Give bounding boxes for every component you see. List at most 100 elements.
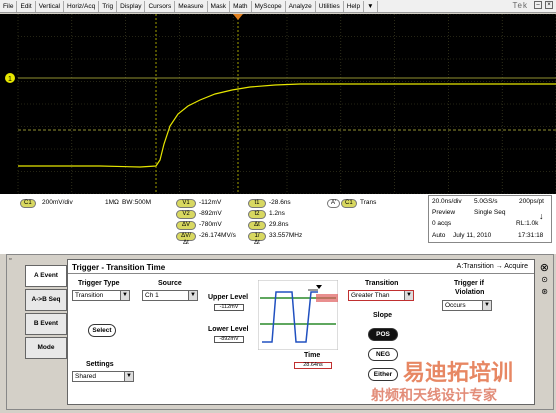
menu-utilities[interactable]: Utilities — [316, 0, 344, 12]
slope-neg-button[interactable]: NEG — [368, 348, 398, 361]
menu-myscope[interactable]: MyScope — [252, 0, 286, 12]
cursor-dvdt-badge: ΔV/Δt — [176, 232, 196, 246]
tab-a-b-seq[interactable]: A->B Seq — [25, 289, 67, 311]
trigger-type-label: Trigger Type — [78, 280, 120, 287]
violation-label-1: Trigger if — [454, 280, 484, 287]
trigger-tabs: A Event A->B Seq B Event Mode — [25, 265, 67, 361]
menu-edit[interactable]: Edit — [17, 0, 36, 12]
acq-seq: Single Seq — [474, 209, 506, 216]
trigger-type-readout: Trans — [360, 199, 377, 206]
acq-count: 0 acqs — [432, 220, 452, 227]
watermark-title: 易迪拓培训 — [403, 361, 514, 386]
source-select[interactable]: Ch 1 ▼ — [142, 290, 198, 301]
trigger-mode: Auto — [432, 232, 446, 239]
close-window-icon[interactable]: × — [545, 1, 553, 9]
settings-select[interactable]: Shared ▼ — [72, 371, 134, 382]
menu-help[interactable]: Help — [344, 0, 365, 12]
menu-analyze[interactable]: Analyze — [286, 0, 316, 12]
cursor-t1-value: -28.6ns — [269, 199, 291, 206]
violation-label-2: Violation — [455, 289, 485, 296]
slope-pos-button[interactable]: POS — [368, 328, 398, 341]
menu-math[interactable]: Math — [230, 0, 252, 12]
acq-mode: Preview — [432, 209, 456, 216]
select-button[interactable]: Select — [88, 324, 116, 337]
upper-level-value[interactable]: -112mV — [214, 304, 244, 311]
transition-value: Greater Than — [351, 292, 390, 299]
help-icon[interactable]: ⊛ — [541, 287, 548, 296]
cursor-t1-badge: t1 — [248, 199, 266, 208]
cursor-v1-value: -112mV — [199, 199, 222, 206]
divider — [0, 246, 556, 254]
record-length: RL:1.0k — [516, 220, 539, 227]
menu-horiz-acq[interactable]: Horiz/Acq — [64, 0, 100, 12]
chevron-down-icon: ▼ — [120, 291, 129, 300]
clock-time: 17:31:18 — [518, 232, 544, 239]
help-dropdown-icon[interactable]: ▼ — [364, 0, 378, 12]
source-value: Ch 1 — [145, 292, 159, 299]
transition-label: Transition — [365, 280, 399, 287]
transition-diagram — [258, 280, 338, 350]
sample-rate: 5.0GS/s — [474, 198, 498, 205]
trigger-a-badge[interactable]: A' — [327, 199, 341, 208]
menu-bar: File Edit Vertical Horiz/Acq Trig Displa… — [0, 0, 556, 13]
minimize-icon[interactable]: – — [534, 1, 542, 9]
ch1-badge[interactable]: C1 — [20, 199, 36, 208]
lower-level-value[interactable]: -892mV — [214, 336, 244, 343]
violation-select[interactable]: Occurs ▼ — [442, 300, 492, 311]
trigger-position-marker — [233, 14, 243, 20]
acquisition-readout[interactable]: 20.0ns/div 5.0GS/s 200ps/pt Preview Sing… — [428, 195, 552, 243]
menu-vertical[interactable]: Vertical — [36, 0, 65, 12]
run-stop-icon: ↓ — [539, 211, 544, 221]
collapse-icon[interactable]: ⊙ — [541, 275, 548, 284]
menu-measure[interactable]: Measure — [175, 0, 208, 12]
graticule-grid — [17, 13, 556, 195]
channel-1-marker-label: 1 — [8, 76, 12, 83]
waveform-display[interactable]: 1 — [0, 13, 556, 195]
time-window-highlight — [316, 294, 338, 302]
chevron-down-icon: ▼ — [482, 301, 491, 310]
cursor-dt-value: 29.8ns — [269, 221, 289, 228]
watermark-subtitle: 射频和天线设计专家 — [371, 388, 497, 404]
ch1-impedance: 1MΩ — [105, 199, 119, 206]
menu-trig[interactable]: Trig — [99, 0, 118, 12]
close-panel-icon[interactable]: ⊗ — [540, 261, 549, 274]
resolution: 200ps/pt — [519, 198, 544, 205]
settings-value: Shared — [75, 373, 96, 380]
upper-level-label: Upper Level — [208, 294, 249, 301]
menu-mask[interactable]: Mask — [208, 0, 231, 12]
cursor-dt-badge: Δt — [248, 221, 266, 230]
waveform-graticule: 1 — [5, 13, 556, 195]
trigger-source-badge[interactable]: C1 — [341, 199, 357, 208]
transition-select[interactable]: Greater Than ▼ — [348, 290, 414, 301]
trigger-type-select[interactable]: Transition ▼ — [72, 290, 130, 301]
slope-either-button[interactable]: Either — [368, 368, 398, 381]
ch1-bandwidth: :500M — [133, 199, 152, 206]
panel-title: Trigger - Transition Time — [72, 263, 166, 272]
cursor-dv-value: -780mV — [199, 221, 222, 228]
cursor-invdt-badge: 1/Δt — [248, 232, 266, 246]
chevron-down-icon: ▼ — [188, 291, 197, 300]
ch1-scale: 200mV/div — [42, 199, 73, 206]
lower-level-label: Lower Level — [208, 326, 249, 333]
chevron-down-icon: ▼ — [124, 372, 133, 381]
time-value[interactable]: 28.64ns — [294, 362, 332, 369]
cursor-t2-value: 1.2ns — [269, 210, 285, 217]
cursor-dv-badge: ΔV — [176, 221, 196, 230]
cursor-t2-badge: t2 — [248, 210, 266, 219]
cursor-v1-badge: V1 — [176, 199, 196, 208]
tab-a-event[interactable]: A Event — [25, 265, 67, 287]
tab-b-event[interactable]: B Event — [25, 313, 67, 335]
time-label: Time — [304, 352, 321, 359]
date: July 11, 2010 — [453, 232, 492, 239]
violation-value: Occurs — [445, 302, 466, 309]
timebase: 20.0ns/div — [432, 198, 462, 205]
menu-cursors[interactable]: Cursors — [145, 0, 176, 12]
dock-icon[interactable]: ▫ — [9, 256, 11, 263]
cursor-invdt-value: 33.557MHz — [269, 232, 303, 239]
menu-display[interactable]: Display — [117, 0, 146, 12]
menu-file[interactable]: File — [0, 0, 18, 12]
trigger-type-value: Transition — [75, 292, 104, 299]
tab-mode[interactable]: Mode — [25, 337, 67, 359]
slope-label: Slope — [373, 312, 393, 319]
settings-label: Settings — [86, 361, 114, 368]
